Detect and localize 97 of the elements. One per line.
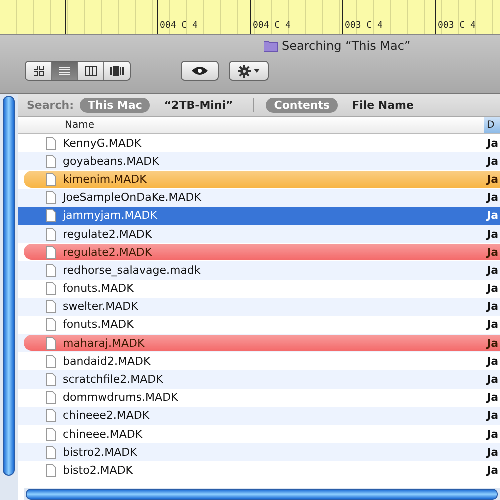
document-icon xyxy=(46,172,56,186)
document-icon xyxy=(46,228,56,241)
file-row[interactable]: bandaid2.MADK Ja xyxy=(18,352,500,370)
file-row[interactable]: swelter.MADK Ja xyxy=(18,298,500,316)
document-icon xyxy=(46,354,56,368)
file-row[interactable]: regulate2.MADK Ja xyxy=(18,243,500,262)
file-name: maharaj.MADK xyxy=(63,336,146,350)
file-name: swelter.MADK xyxy=(63,300,140,314)
scrollbar-thumb[interactable] xyxy=(26,488,498,500)
date-cell: Ja xyxy=(487,209,500,222)
document-icon xyxy=(46,409,56,422)
date-cell: Ja xyxy=(487,136,500,150)
date-cell: Ja xyxy=(487,446,500,459)
search-label: Search: xyxy=(27,98,74,112)
file-name: regulate2.MADK xyxy=(63,228,154,241)
date-cell: Ja xyxy=(487,228,500,241)
date-cell: Ja xyxy=(487,391,500,404)
document-icon xyxy=(46,154,56,168)
date-cell: Ja xyxy=(487,282,500,296)
date-cell: Ja xyxy=(487,154,500,168)
column-view-icon xyxy=(84,66,96,76)
document-icon xyxy=(46,428,56,441)
file-name: jammyjam.MADK xyxy=(63,209,158,222)
list-view-icon xyxy=(59,66,70,76)
view-button[interactable] xyxy=(26,62,52,80)
date-cell: Ja xyxy=(487,336,500,350)
file-row[interactable]: dommwdrums.MADK Ja xyxy=(18,388,500,407)
file-row[interactable]: jammyjam.MADK Ja xyxy=(18,206,500,225)
ruler-label: 004 C 4 xyxy=(160,21,198,31)
document-icon xyxy=(46,336,56,350)
date-cell: Ja xyxy=(487,428,500,441)
file-row[interactable]: scratchfile2.MADK Ja xyxy=(18,370,500,389)
file-row[interactable]: JoeSampleOnDaKe.MADK Ja xyxy=(18,188,500,207)
view-button[interactable] xyxy=(78,62,104,80)
file-name: chineee2.MADK xyxy=(63,409,151,422)
date-cell: Ja xyxy=(487,354,500,368)
column-header[interactable]: D xyxy=(484,117,500,133)
file-name: scratchfile2.MADK xyxy=(63,373,164,386)
file-name: bisto2.MADK xyxy=(63,464,134,477)
document-icon xyxy=(46,391,56,404)
file-name: bistro2.MADK xyxy=(63,446,138,459)
document-icon xyxy=(46,300,56,314)
file-name: fonuts.MADK xyxy=(63,318,135,332)
file-row[interactable]: goyabeans.MADK Ja xyxy=(18,152,500,170)
date-cell: Ja xyxy=(487,246,500,259)
ruler-label: 004 C 4 xyxy=(253,21,291,31)
file-name: fonuts.MADK xyxy=(63,282,135,296)
document-icon xyxy=(46,464,56,477)
date-cell: Ja xyxy=(487,464,500,477)
window-title: Searching “This Mac” xyxy=(282,39,411,53)
file-name: redhorse_salavage.madk xyxy=(63,264,202,277)
document-icon xyxy=(46,136,56,150)
date-cell: Ja xyxy=(487,409,500,422)
scope-button[interactable]: “2TB-Mini” xyxy=(156,98,242,112)
file-row[interactable]: bistro2.MADK Ja xyxy=(18,443,500,462)
document-icon xyxy=(46,246,56,259)
file-name: KennyG.MADK xyxy=(63,136,143,150)
document-icon xyxy=(46,209,56,222)
file-row[interactable]: fonuts.MADK Ja xyxy=(18,280,500,298)
date-cell: Ja xyxy=(487,264,500,277)
file-row[interactable]: maharaj.MADK Ja xyxy=(18,334,500,352)
file-name: kimenim.MADK xyxy=(63,172,148,186)
file-name: regulate2.MADK xyxy=(63,246,154,259)
document-icon xyxy=(46,373,56,386)
file-name: chineee.MADK xyxy=(63,428,144,441)
file-name: goyabeans.MADK xyxy=(63,154,160,168)
date-cell: Ja xyxy=(487,172,500,186)
folder-icon xyxy=(264,40,278,52)
icon-view-icon xyxy=(34,66,44,76)
view-switcher[interactable] xyxy=(25,61,131,81)
date-cell: Ja xyxy=(487,318,500,332)
file-name: dommwdrums.MADK xyxy=(63,391,180,404)
quick-look-button[interactable] xyxy=(181,61,219,81)
ruler-label: 003 C 4 xyxy=(438,21,476,31)
file-row[interactable]: chineee2.MADK Ja xyxy=(18,406,500,425)
document-icon xyxy=(46,282,56,296)
view-button[interactable] xyxy=(104,62,130,80)
document-icon xyxy=(46,446,56,459)
file-name: bandaid2.MADK xyxy=(63,354,152,368)
file-row[interactable]: redhorse_salavage.madk Ja xyxy=(18,261,500,280)
action-button[interactable] xyxy=(229,61,269,81)
caret-icon xyxy=(254,69,260,73)
eye-icon xyxy=(192,66,208,76)
scrollbar-thumb[interactable] xyxy=(3,96,15,476)
file-name: JoeSampleOnDaKe.MADK xyxy=(63,191,202,204)
gear-icon xyxy=(238,64,251,78)
document-icon xyxy=(46,264,56,277)
column-header[interactable]: Name xyxy=(18,117,484,133)
document-icon xyxy=(46,318,56,332)
date-cell: Ja xyxy=(487,300,500,314)
cover-flow-icon xyxy=(110,66,124,76)
file-row[interactable]: regulate2.MADK Ja xyxy=(18,224,500,244)
date-cell: Ja xyxy=(487,191,500,204)
ruler-label: 003 C 4 xyxy=(345,21,383,31)
document-icon xyxy=(46,191,56,204)
field-button[interactable]: File Name xyxy=(344,98,422,112)
date-cell: Ja xyxy=(487,373,500,386)
